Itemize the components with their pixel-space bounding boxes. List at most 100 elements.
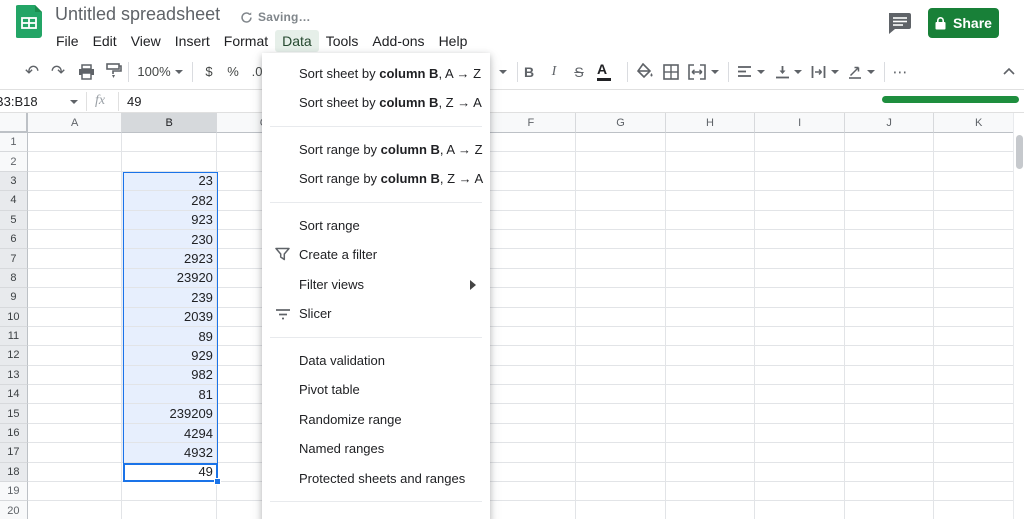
menu-item-create-a-filter[interactable]: Create a filter — [262, 240, 490, 270]
cell-I4[interactable] — [755, 191, 845, 211]
cell-H3[interactable] — [665, 171, 756, 192]
cell-F4[interactable] — [486, 191, 577, 211]
cell-I15[interactable] — [755, 404, 845, 424]
cell-G8[interactable] — [576, 268, 666, 289]
cell-A11[interactable] — [27, 326, 123, 347]
redo-button[interactable]: ↷ — [48, 54, 68, 89]
merge-dropdown-arrow[interactable] — [710, 54, 720, 89]
cell-K9[interactable] — [934, 288, 1024, 308]
cell-H10[interactable] — [665, 307, 756, 327]
cell-F18[interactable] — [486, 462, 577, 483]
cell-I12[interactable] — [755, 346, 845, 366]
cell-H4[interactable] — [665, 191, 756, 211]
menu-item-sort-range-az[interactable]: Sort range by column B, A → Z — [262, 135, 490, 165]
strikethrough-button[interactable]: S — [570, 54, 588, 89]
cell-H7[interactable] — [665, 249, 756, 269]
cell-F5[interactable] — [486, 210, 577, 230]
row-header-18[interactable]: 18 — [0, 462, 28, 483]
vertical-scrollbar-thumb[interactable] — [1016, 135, 1023, 169]
cell-F13[interactable] — [486, 365, 577, 386]
text-wrap-button[interactable] — [808, 54, 828, 89]
paint-format-button[interactable] — [103, 54, 123, 89]
cell-K4[interactable] — [934, 191, 1024, 211]
menu-item-cleanup-suggestions[interactable]: Cleanup suggestions — [262, 510, 490, 519]
cell-A10[interactable] — [27, 307, 123, 327]
cell-K10[interactable] — [934, 307, 1024, 327]
cell-H19[interactable] — [665, 482, 756, 502]
cell-A1[interactable] — [27, 133, 123, 153]
column-header-J[interactable]: J — [844, 113, 935, 133]
cell-A5[interactable] — [27, 210, 123, 230]
cell-B16[interactable]: 4294 — [122, 423, 217, 444]
column-header-H[interactable]: H — [665, 113, 756, 133]
cell-J13[interactable] — [844, 365, 935, 386]
row-header-15[interactable]: 15 — [0, 404, 28, 424]
cell-J10[interactable] — [844, 307, 935, 327]
cell-F12[interactable] — [486, 346, 577, 366]
menu-item-sort-sheet-za[interactable]: Sort sheet by column B, Z → A — [262, 88, 490, 118]
cell-B19[interactable] — [122, 482, 217, 502]
cell-F3[interactable] — [486, 171, 577, 192]
cell-B5[interactable]: 923 — [122, 210, 217, 230]
cell-F19[interactable] — [486, 482, 577, 502]
row-header-17[interactable]: 17 — [0, 443, 28, 463]
cell-I14[interactable] — [755, 385, 845, 405]
cell-F6[interactable] — [486, 229, 577, 250]
cell-I20[interactable] — [755, 501, 845, 519]
text-wrap-dropdown-arrow[interactable] — [830, 54, 840, 89]
cell-G19[interactable] — [576, 482, 666, 502]
cell-K17[interactable] — [934, 443, 1024, 463]
cell-H9[interactable] — [665, 288, 756, 308]
cell-B6[interactable]: 230 — [122, 229, 217, 250]
cell-I1[interactable] — [755, 133, 845, 153]
cell-K16[interactable] — [934, 423, 1024, 444]
cell-A12[interactable] — [27, 346, 123, 366]
cell-K11[interactable] — [934, 326, 1024, 347]
menubar-item-view[interactable]: View — [124, 30, 168, 52]
menu-item-data-validation[interactable]: Data validation — [262, 346, 490, 376]
cell-G13[interactable] — [576, 365, 666, 386]
cell-G1[interactable] — [576, 133, 666, 153]
text-color-button[interactable]: A — [595, 54, 613, 89]
cell-H11[interactable] — [665, 326, 756, 347]
cell-G17[interactable] — [576, 443, 666, 463]
row-header-10[interactable]: 10 — [0, 307, 28, 327]
cell-K20[interactable] — [934, 501, 1024, 519]
cell-G11[interactable] — [576, 326, 666, 347]
menubar-item-file[interactable]: File — [49, 30, 86, 52]
cell-J12[interactable] — [844, 346, 935, 366]
collapse-toolbar-button[interactable] — [1000, 54, 1018, 89]
name-box[interactable]: B3:B18 — [0, 94, 38, 109]
cell-G5[interactable] — [576, 210, 666, 230]
cell-B13[interactable]: 982 — [122, 365, 217, 386]
cell-I10[interactable] — [755, 307, 845, 327]
cell-H1[interactable] — [665, 133, 756, 153]
cell-F1[interactable] — [486, 133, 577, 153]
cell-H20[interactable] — [665, 501, 756, 519]
cell-J15[interactable] — [844, 404, 935, 424]
menubar-item-format[interactable]: Format — [217, 30, 275, 52]
cell-K14[interactable] — [934, 385, 1024, 405]
cell-G20[interactable] — [576, 501, 666, 519]
menubar-item-insert[interactable]: Insert — [168, 30, 217, 52]
document-title[interactable]: Untitled spreadsheet — [55, 4, 220, 25]
cell-B14[interactable]: 81 — [122, 385, 217, 405]
cell-J17[interactable] — [844, 443, 935, 463]
menu-item-randomize-range[interactable]: Randomize range — [262, 405, 490, 435]
cell-J6[interactable] — [844, 229, 935, 250]
cell-J2[interactable] — [844, 152, 935, 172]
cell-B12[interactable]: 929 — [122, 346, 217, 366]
cell-H2[interactable] — [665, 152, 756, 172]
menu-item-slicer[interactable]: Slicer — [262, 299, 490, 329]
cell-B10[interactable]: 2039 — [122, 307, 217, 327]
cell-G7[interactable] — [576, 249, 666, 269]
cell-B4[interactable]: 282 — [122, 191, 217, 211]
cell-H18[interactable] — [665, 462, 756, 483]
menu-item-protected-sheets-and-ranges[interactable]: Protected sheets and ranges — [262, 464, 490, 494]
row-header-19[interactable]: 19 — [0, 482, 28, 502]
menubar-item-help[interactable]: Help — [432, 30, 475, 52]
cell-A7[interactable] — [27, 249, 123, 269]
borders-button[interactable] — [661, 54, 681, 89]
menu-item-sort-sheet-az[interactable]: Sort sheet by column B, A → Z — [262, 59, 490, 89]
cell-I9[interactable] — [755, 288, 845, 308]
